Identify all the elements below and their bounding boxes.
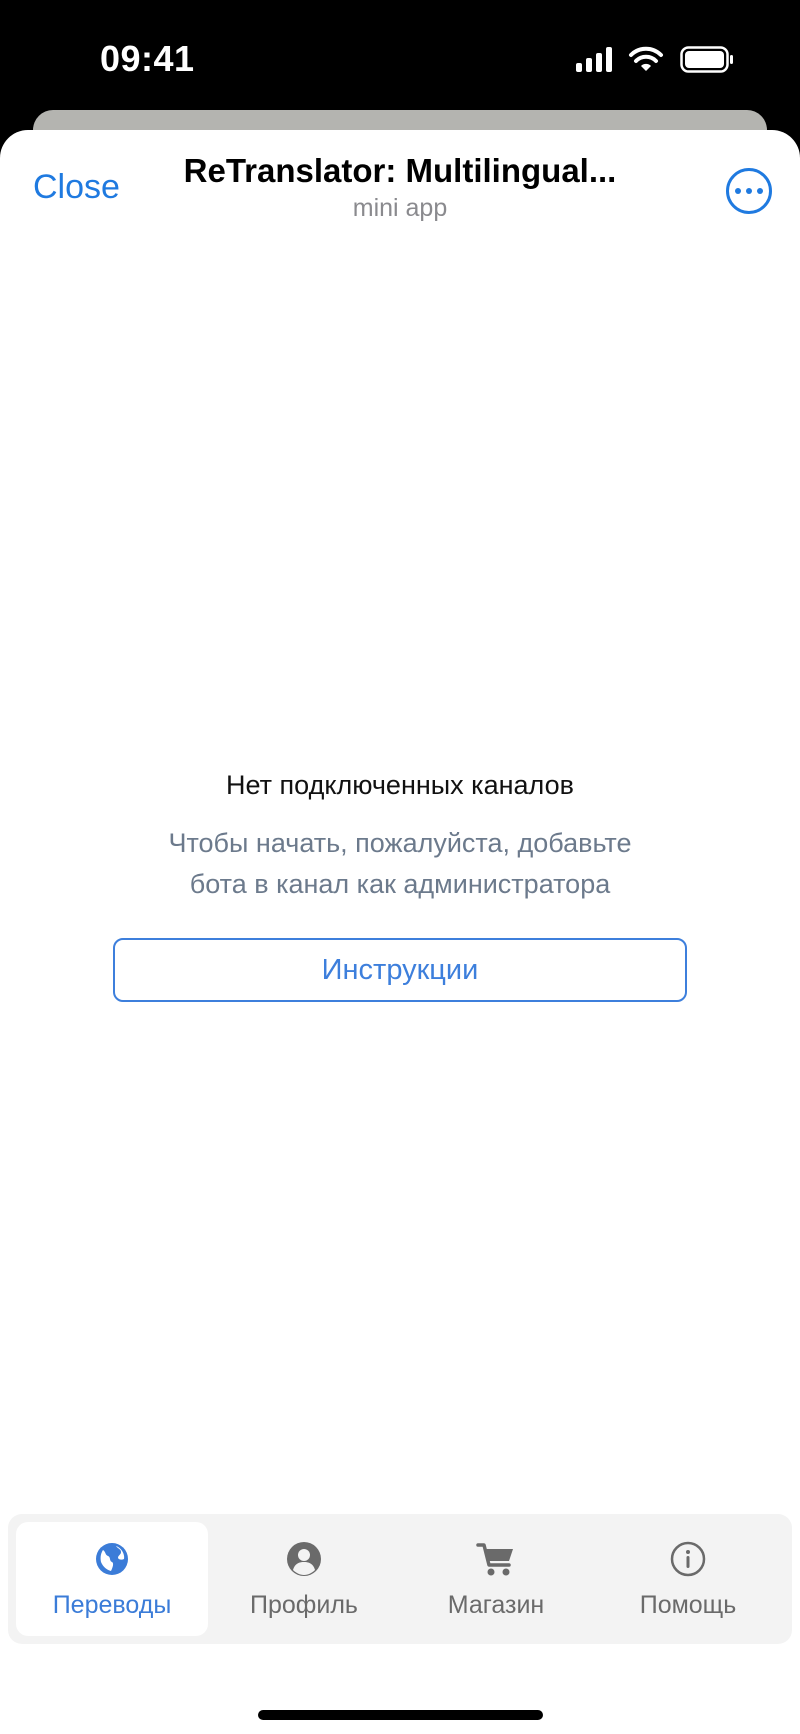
tab-shop[interactable]: Магазин xyxy=(400,1522,592,1636)
info-icon xyxy=(668,1539,708,1579)
cart-icon xyxy=(476,1539,516,1579)
header: Close ReTranslator: Multilingual... mini… xyxy=(0,130,800,240)
empty-state-line-1: Чтобы начать, пожалуйста, добавьте xyxy=(168,828,632,858)
app-title: ReTranslator: Multilingual... xyxy=(183,152,617,189)
mini-app-sheet: Close ReTranslator: Multilingual... mini… xyxy=(0,130,800,1734)
tab-label: Помощь xyxy=(639,1590,737,1619)
tab-bar: Переводы Профиль Магазин Помощь xyxy=(8,1514,792,1644)
battery-icon xyxy=(680,45,734,73)
globe-icon xyxy=(92,1539,132,1579)
instructions-button[interactable]: Инструкции xyxy=(113,938,687,1002)
tab-label: Переводы xyxy=(52,1590,172,1619)
status-time: 09:41 xyxy=(100,38,195,79)
more-icon xyxy=(735,188,741,194)
tab-label: Магазин xyxy=(447,1590,545,1619)
tab-profile[interactable]: Профиль xyxy=(208,1522,400,1636)
title-group: ReTranslator: Multilingual... mini app xyxy=(150,152,650,223)
tab-label: Профиль xyxy=(250,1590,358,1619)
close-button[interactable]: Close xyxy=(33,168,120,207)
app-subtitle: mini app xyxy=(352,194,448,222)
empty-state: Нет подключенных каналов Чтобы начать, п… xyxy=(0,770,800,905)
user-icon xyxy=(284,1539,324,1579)
tab-help[interactable]: Помощь xyxy=(592,1522,784,1636)
empty-state-title: Нет подключенных каналов xyxy=(226,770,574,800)
signal-icon xyxy=(576,46,612,72)
tab-translations[interactable]: Переводы xyxy=(16,1522,208,1636)
status-bar: 09:41 xyxy=(0,0,800,110)
empty-state-text: Чтобы начать, пожалуйста, добавьте бота … xyxy=(0,823,800,905)
status-icons xyxy=(576,44,734,74)
home-indicator xyxy=(258,1710,543,1720)
more-button[interactable] xyxy=(726,168,772,214)
wifi-icon xyxy=(628,46,664,73)
empty-state-line-2: бота в канал как администратора xyxy=(189,869,611,899)
